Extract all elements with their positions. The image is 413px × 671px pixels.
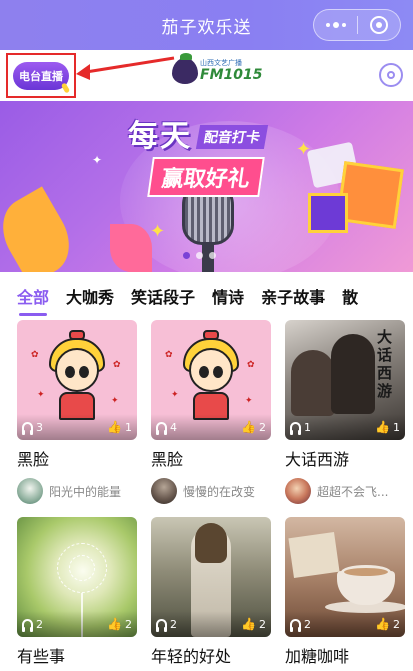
star-icon: ✦ bbox=[296, 139, 312, 160]
radio-live-button[interactable]: 电台直播 bbox=[6, 53, 76, 98]
banner-pagination bbox=[183, 252, 216, 259]
banner-subtitle: 赢取好礼 bbox=[147, 157, 265, 197]
headphones-icon bbox=[22, 422, 33, 435]
card-thumbnail[interactable]: ✿ ✿ ✦ ✦ 4 👍 2 bbox=[151, 320, 271, 440]
author-name: 慢慢的在改变 bbox=[183, 484, 256, 499]
card-thumbnail[interactable]: 大话西游 1 👍 1 bbox=[285, 320, 405, 440]
headphones-icon bbox=[156, 422, 167, 435]
card-title[interactable]: 有些事 bbox=[17, 647, 137, 667]
category-tabs: 全部 大咖秀 笑话段子 情诗 亲子故事 散 bbox=[0, 276, 413, 320]
pagination-dot[interactable] bbox=[183, 252, 190, 259]
station-logo: 山西文艺广播 FM1015 bbox=[172, 53, 263, 84]
like-count: 2 bbox=[125, 617, 132, 631]
like-count: 1 bbox=[125, 420, 132, 434]
tab-celebrity-show[interactable]: 大咖秀 bbox=[66, 286, 114, 310]
thumbs-up-icon: 👍 bbox=[107, 420, 122, 434]
avatar[interactable] bbox=[17, 478, 43, 504]
card-stats: 3 👍 1 bbox=[17, 414, 137, 440]
decorative-leaf bbox=[110, 224, 152, 272]
card-thumbnail[interactable]: 2 👍 2 bbox=[17, 517, 137, 637]
audio-card[interactable]: 2 👍 2 加糖咖啡 bbox=[285, 517, 405, 667]
listen-count: 2 bbox=[170, 617, 177, 631]
annotation-arrow bbox=[76, 56, 175, 80]
tab-prose[interactable]: 散 bbox=[342, 286, 358, 310]
thumbs-up-icon: 👍 bbox=[107, 617, 122, 631]
banner-title-tag: 配音打卡 bbox=[195, 125, 269, 149]
card-author[interactable]: 阳光中的能量 bbox=[17, 478, 137, 504]
pagination-dot[interactable] bbox=[209, 252, 216, 259]
app-title: 茄子欢乐送 bbox=[161, 17, 252, 38]
card-stats: 2 👍 2 bbox=[151, 611, 271, 637]
eggplant-icon bbox=[172, 53, 198, 84]
card-author[interactable]: 超超不会飞... bbox=[285, 478, 405, 504]
poster-calligraphy: 大话西游 bbox=[377, 328, 393, 400]
gift-box-icon bbox=[308, 193, 348, 233]
more-menu-icon[interactable] bbox=[314, 10, 357, 40]
decorative-leaf bbox=[0, 186, 82, 272]
headphones-icon bbox=[290, 619, 301, 632]
like-count: 2 bbox=[259, 420, 266, 434]
tab-jokes[interactable]: 笑话段子 bbox=[131, 286, 195, 310]
like-count: 2 bbox=[259, 617, 266, 631]
card-stats: 2 👍 2 bbox=[285, 611, 405, 637]
card-stats: 2 👍 2 bbox=[17, 611, 137, 637]
audio-card[interactable]: 大话西游 1 👍 1 大话西游 超超不会飞... bbox=[285, 320, 405, 504]
app-root: 茄子欢乐送 电台直播 山西文艺广播 FM1015 ✦ ✦ ✦ 每天 配音打卡 赢… bbox=[0, 0, 413, 671]
station-frequency: FM1015 bbox=[200, 67, 263, 83]
tab-parent-child-stories[interactable]: 亲子故事 bbox=[261, 286, 325, 310]
like-count: 1 bbox=[393, 420, 400, 434]
headphones-icon bbox=[22, 619, 33, 632]
audio-card[interactable]: ✿ ✿ ✦ ✦ 3 👍 1 黑脸 阳光中的能量 bbox=[17, 320, 137, 504]
card-stats: 4 👍 2 bbox=[151, 414, 271, 440]
star-icon: ✦ bbox=[92, 153, 103, 167]
tab-all[interactable]: 全部 bbox=[17, 286, 49, 316]
miniprogram-capsule bbox=[313, 9, 401, 41]
audio-card[interactable]: 2 👍 2 有些事 bbox=[17, 517, 137, 667]
pagination-dot[interactable] bbox=[196, 252, 203, 259]
card-thumbnail[interactable]: ✿ ✿ ✦ ✦ 3 👍 1 bbox=[17, 320, 137, 440]
thumbs-up-icon: 👍 bbox=[375, 617, 390, 631]
listen-count: 4 bbox=[170, 420, 177, 434]
music-disc-icon[interactable] bbox=[379, 63, 403, 87]
card-title[interactable]: 黑脸 bbox=[151, 450, 271, 470]
listen-count: 1 bbox=[304, 420, 311, 434]
thumbs-up-icon: 👍 bbox=[375, 420, 390, 434]
avatar[interactable] bbox=[151, 478, 177, 504]
audio-card[interactable]: ✿ ✿ ✦ ✦ 4 👍 2 黑脸 慢慢的在改变 bbox=[151, 320, 271, 504]
card-title[interactable]: 加糖咖啡 bbox=[285, 647, 405, 667]
author-name: 超超不会飞... bbox=[317, 484, 389, 499]
like-count: 2 bbox=[393, 617, 400, 631]
listen-count: 2 bbox=[36, 617, 43, 631]
thumbs-up-icon: 👍 bbox=[241, 420, 256, 434]
banner-title-main: 每天 bbox=[128, 119, 192, 154]
avatar[interactable] bbox=[285, 478, 311, 504]
tab-love-poems[interactable]: 情诗 bbox=[212, 286, 244, 310]
card-thumbnail[interactable]: 2 👍 2 bbox=[151, 517, 271, 637]
author-name: 阳光中的能量 bbox=[49, 484, 122, 499]
card-title[interactable]: 年轻的好处 bbox=[151, 647, 271, 667]
headphones-icon bbox=[290, 422, 301, 435]
microphone-icon bbox=[60, 81, 71, 94]
promo-banner[interactable]: ✦ ✦ ✦ 每天 配音打卡 赢取好礼 bbox=[0, 101, 413, 272]
radio-live-badge: 电台直播 bbox=[13, 61, 71, 94]
close-miniprogram-icon[interactable] bbox=[358, 10, 400, 40]
card-thumbnail[interactable]: 2 👍 2 bbox=[285, 517, 405, 637]
title-bar: 茄子欢乐送 bbox=[0, 0, 413, 50]
star-icon: ✦ bbox=[150, 221, 166, 242]
audio-card[interactable]: 2 👍 2 年轻的好处 bbox=[151, 517, 271, 667]
headphones-icon bbox=[156, 619, 167, 632]
card-title[interactable]: 黑脸 bbox=[17, 450, 137, 470]
card-title[interactable]: 大话西游 bbox=[285, 450, 405, 470]
radio-live-label: 电台直播 bbox=[19, 69, 63, 83]
banner-headline: 每天 配音打卡 赢取好礼 bbox=[128, 111, 269, 197]
listen-count: 3 bbox=[36, 420, 43, 434]
thumbs-up-icon: 👍 bbox=[241, 617, 256, 631]
card-stats: 1 👍 1 bbox=[285, 414, 405, 440]
listen-count: 2 bbox=[304, 617, 311, 631]
card-author[interactable]: 慢慢的在改变 bbox=[151, 478, 271, 504]
